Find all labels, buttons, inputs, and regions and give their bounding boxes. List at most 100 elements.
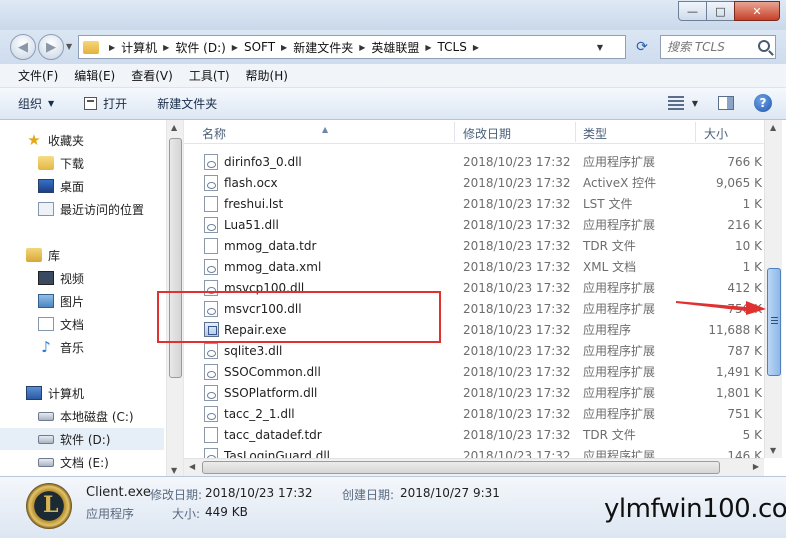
new-folder-button[interactable]: 新建文件夹 — [157, 95, 217, 112]
nav-desktop[interactable]: 桌面 — [38, 175, 84, 197]
search-icon[interactable] — [758, 40, 770, 52]
breadcrumb-new-folder[interactable]: 新建文件夹 — [293, 39, 353, 56]
table-row[interactable]: Lua51.dll 2018/10/23 17:32 应用程序扩展 216 K — [198, 214, 764, 235]
column-headers: ▲ 名称 修改日期 类型 大小 — [184, 120, 764, 144]
file-size: 1 K — [742, 196, 762, 211]
nav-libraries[interactable]: 库 — [26, 244, 60, 266]
view-options-icon[interactable] — [667, 96, 684, 110]
recent-pages-dropdown[interactable]: ▼ — [66, 42, 72, 51]
breadcrumb-tcls[interactable]: TCLS — [438, 40, 467, 54]
address-bar[interactable]: ▶ 计算机 ▶ 软件 (D:) ▶ SOFT ▶ 新建文件夹 ▶ 英雄联盟 ▶ … — [78, 35, 626, 59]
menu-file[interactable]: 文件(F) — [10, 67, 66, 84]
forward-button[interactable]: ▶ — [38, 34, 64, 60]
file-list-vertical-scrollbar[interactable]: ▲ ▼ — [764, 120, 782, 458]
nav-music[interactable]: ♪ 音乐 — [38, 336, 84, 358]
breadcrumb-soft[interactable]: SOFT — [244, 40, 275, 54]
column-size[interactable]: 大小 — [704, 125, 728, 142]
column-divider[interactable] — [454, 122, 455, 142]
column-name[interactable]: 名称 — [202, 125, 226, 142]
breadcrumb-computer[interactable]: 计算机 — [121, 39, 157, 56]
file-icon — [204, 196, 218, 212]
nav-documents[interactable]: 文档 — [38, 313, 84, 335]
column-divider[interactable] — [575, 122, 576, 142]
breadcrumb-lol[interactable]: 英雄联盟 — [371, 39, 419, 56]
nav-favorites[interactable]: ★ 收藏夹 — [26, 129, 84, 151]
table-row[interactable]: TasLoginGuard.dll 2018/10/23 17:32 应用程序扩展 1… — [198, 445, 764, 458]
nav-drive-c[interactable]: 本地磁盘 (C:) — [38, 405, 134, 427]
table-row[interactable]: sqlite3.dll 2018/10/23 17:32 应用程序扩展 787 K — [198, 340, 764, 361]
back-button[interactable]: ◀ — [10, 34, 36, 60]
minimize-button[interactable]: — — [678, 1, 707, 21]
nav-drive-d[interactable]: 软件 (D:) — [0, 428, 164, 450]
organize-button[interactable]: 组织 ▼ — [18, 95, 54, 112]
address-history-dropdown[interactable]: ▼ — [597, 43, 603, 52]
search-box[interactable] — [660, 35, 776, 59]
scrollbar-thumb[interactable] — [202, 461, 720, 474]
menu-help[interactable]: 帮助(H) — [238, 67, 296, 84]
open-label: 打开 — [103, 97, 128, 111]
table-row[interactable]: mmog_data.xml 2018/10/23 17:32 XML 文档 1 K — [198, 256, 764, 277]
details-created-label: 创建日期: — [342, 488, 395, 502]
table-row[interactable]: tacc_2_1.dll 2018/10/23 17:32 应用程序扩展 751 K — [198, 403, 764, 424]
scroll-up-icon[interactable]: ▲ — [171, 123, 177, 132]
open-button[interactable]: 打开 — [84, 95, 127, 112]
nav-label: 视频 — [60, 271, 85, 286]
scroll-left-icon[interactable]: ◀ — [189, 462, 195, 471]
nav-label: 收藏夹 — [48, 133, 85, 148]
nav-videos[interactable]: 视频 — [38, 267, 84, 289]
nav-computer[interactable]: 计算机 — [26, 382, 84, 404]
file-icon — [204, 364, 218, 380]
grip-icon — [771, 317, 778, 324]
file-type: TDR 文件 — [583, 239, 636, 253]
breadcrumb-drive-d[interactable]: 软件 (D:) — [175, 39, 225, 56]
column-divider[interactable] — [695, 122, 696, 142]
table-row[interactable]: freshui.lst 2018/10/23 17:32 LST 文件 1 K — [198, 193, 764, 214]
table-row[interactable]: tacc_datadef.tdr 2018/10/23 17:32 TDR 文件 5 … — [198, 424, 764, 445]
scrollbar-thumb[interactable] — [767, 268, 781, 376]
scroll-down-icon[interactable]: ▼ — [770, 446, 776, 455]
nav-pictures[interactable]: 图片 — [38, 290, 84, 312]
table-row[interactable]: SSOPlatform.dll 2018/10/23 17:32 应用程序扩展 1,8… — [198, 382, 764, 403]
file-icon — [204, 175, 218, 191]
file-name: tacc_2_1.dll — [224, 406, 295, 421]
drive-icon — [38, 457, 54, 467]
scroll-right-icon[interactable]: ▶ — [753, 462, 759, 471]
table-row[interactable]: mmog_data.tdr 2018/10/23 17:32 TDR 文件 10 K — [198, 235, 764, 256]
preview-pane-icon[interactable] — [718, 96, 734, 110]
breadcrumb-separator-icon[interactable]: ▶ — [281, 43, 287, 52]
maximize-button[interactable]: □ — [706, 1, 735, 21]
breadcrumb-separator-icon[interactable]: ▶ — [163, 43, 169, 52]
nav-recent-places[interactable]: 最近访问的位置 — [38, 198, 144, 220]
nav-drive-e[interactable]: 文档 (E:) — [38, 451, 109, 473]
close-button[interactable]: ✕ — [734, 1, 780, 21]
menu-view[interactable]: 查看(V) — [123, 67, 181, 84]
file-type: 应用程序扩展 — [583, 218, 656, 232]
table-row[interactable]: dirinfo3_0.dll 2018/10/23 17:32 应用程序扩展 766 … — [198, 151, 764, 172]
file-date: 2018/10/23 17:32 — [463, 448, 571, 459]
nav-downloads[interactable]: 下载 — [38, 152, 84, 174]
breadcrumb-separator-icon[interactable]: ▶ — [425, 43, 431, 52]
column-type[interactable]: 类型 — [583, 125, 607, 142]
details-modified-label: 修改日期: — [150, 488, 203, 502]
file-icon — [204, 385, 218, 401]
view-options-dropdown[interactable]: ▼ — [692, 99, 698, 108]
details-size-label: 大小: — [172, 507, 201, 521]
documents-icon — [38, 317, 54, 331]
file-list-horizontal-scrollbar[interactable]: ◀ ▶ — [184, 458, 764, 476]
menu-tools[interactable]: 工具(T) — [181, 67, 238, 84]
breadcrumb-separator-icon[interactable]: ▶ — [232, 43, 238, 52]
breadcrumb-separator-icon[interactable]: ▶ — [473, 43, 479, 52]
table-row[interactable]: flash.ocx 2018/10/23 17:32 ActiveX 控件 9,065… — [198, 172, 764, 193]
watermark: ylmfwin100.com — [604, 494, 786, 524]
table-row[interactable]: SSOCommon.dll 2018/10/23 17:32 应用程序扩展 1,491… — [198, 361, 764, 382]
column-date[interactable]: 修改日期 — [463, 125, 511, 142]
scroll-up-icon[interactable]: ▲ — [770, 123, 776, 132]
refresh-button[interactable]: ⟳ — [630, 36, 654, 58]
help-icon[interactable]: ? — [754, 94, 772, 112]
search-input[interactable] — [667, 40, 753, 54]
menu-edit[interactable]: 编辑(E) — [66, 67, 123, 84]
breadcrumb-separator-icon[interactable]: ▶ — [359, 43, 365, 52]
scroll-down-icon[interactable]: ▼ — [171, 466, 177, 475]
file-type: 应用程序扩展 — [583, 449, 656, 458]
nav-label: 库 — [48, 248, 61, 263]
